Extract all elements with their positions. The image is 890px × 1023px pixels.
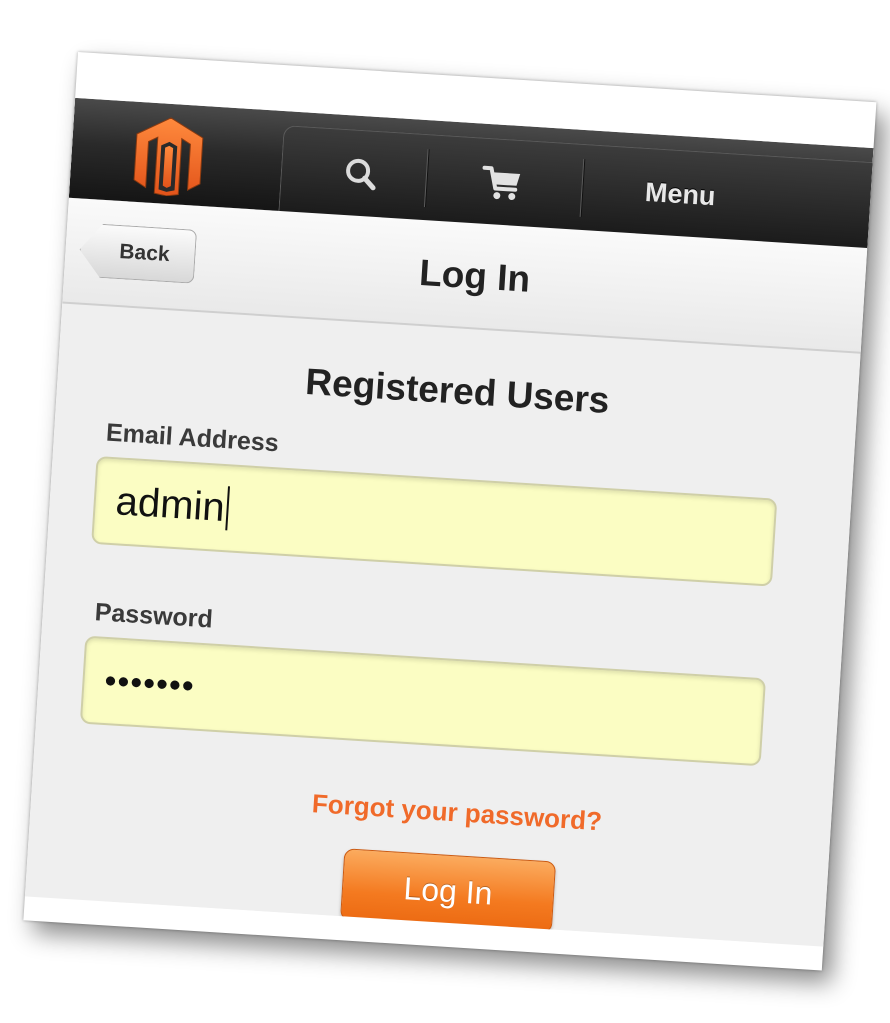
photo-card: Menu Back Log In Registered Users Email …: [23, 52, 877, 971]
login-button[interactable]: Log In: [340, 848, 557, 934]
email-value: admin: [114, 478, 227, 530]
login-form: Registered Users Email Address admin Pas…: [25, 304, 861, 947]
menu-button[interactable]: Menu: [583, 145, 778, 243]
page-title: Log In: [418, 251, 532, 300]
forgot-password-link[interactable]: Forgot your password?: [31, 771, 831, 852]
login-button-label: Log In: [402, 869, 494, 912]
password-value: •••••••: [103, 661, 196, 706]
search-button[interactable]: [299, 127, 422, 220]
cart-button[interactable]: [427, 135, 578, 230]
mobile-screen: Menu Back Log In Registered Users Email …: [24, 97, 874, 947]
menu-label: Menu: [644, 176, 717, 211]
email-field[interactable]: admin: [91, 455, 778, 587]
screenshot-stage: Menu Back Log In Registered Users Email …: [0, 0, 890, 1023]
search-icon: [346, 158, 376, 191]
text-cursor: [225, 486, 230, 531]
cart-icon: [482, 165, 521, 201]
email-label: Email Address: [105, 418, 280, 458]
password-field[interactable]: •••••••: [79, 635, 767, 767]
magento-logo-icon[interactable]: [129, 114, 208, 198]
password-label: Password: [93, 598, 214, 634]
